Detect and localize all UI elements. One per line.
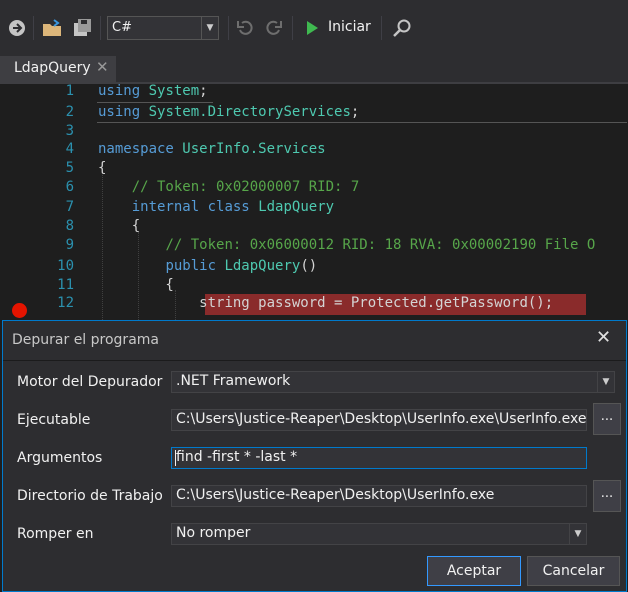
arguments-label: Argumentos	[17, 450, 103, 466]
code-text: public LdapQuery()	[165, 258, 318, 274]
executable-label: Ejecutable	[17, 412, 91, 428]
line-number: 2	[65, 104, 74, 120]
break-at-select[interactable]: No romper ▼	[171, 523, 587, 545]
code-line[interactable]: 1 using System;	[0, 83, 628, 102]
open-folder-icon[interactable]	[42, 18, 64, 38]
line-number: 9	[65, 237, 74, 253]
line-number: 1	[65, 83, 74, 99]
toolbar: C# ▼ Iniciar	[0, 0, 628, 56]
line-number: 10	[57, 258, 74, 274]
code-line[interactable]: 7 internal class LdapQuery	[0, 199, 628, 218]
working-dir-value: C:\Users\Justice-Reaper\Desktop\UserInfo…	[176, 487, 495, 503]
play-icon[interactable]	[304, 20, 320, 36]
code-text: // Token: 0x02000007 RID: 7	[131, 179, 360, 195]
cancel-button[interactable]: Cancelar	[527, 556, 620, 586]
run-button-label[interactable]: Iniciar	[328, 19, 371, 35]
code-line[interactable]: 12 string password = Protected.getPasswo…	[0, 295, 628, 314]
code-text: {	[98, 218, 141, 234]
close-icon[interactable]: ✕	[96, 58, 109, 76]
code-text: namespace UserInfo.Services	[98, 141, 326, 157]
tab-label: LdapQuery	[14, 60, 91, 76]
code-text: using System;	[98, 83, 208, 99]
arguments-value: find -first * -last *	[176, 449, 298, 465]
divider	[3, 360, 626, 361]
line-number: 7	[65, 199, 74, 215]
code-text: internal class LdapQuery	[131, 199, 335, 215]
code-line[interactable]: 5{	[0, 160, 628, 179]
dialog-title: Depurar el programa	[12, 332, 159, 348]
chevron-down-icon[interactable]: ▼	[597, 372, 614, 392]
debug-program-dialog: Depurar el programa ✕ Motor del Depurado…	[2, 320, 627, 592]
break-at-value: No romper	[176, 525, 251, 541]
redo-icon[interactable]	[263, 18, 283, 38]
accept-button[interactable]: Aceptar	[427, 556, 521, 586]
arguments-field[interactable]: find -first * -last *	[171, 447, 587, 469]
working-dir-field[interactable]: C:\Users\Justice-Reaper\Desktop\UserInfo…	[171, 485, 587, 507]
code-line[interactable]: 2 using System.DirectoryServices;	[0, 104, 628, 123]
break-at-label: Romper en	[17, 526, 94, 542]
executable-field[interactable]: C:\Users\Justice-Reaper\Desktop\UserInfo…	[171, 409, 587, 431]
line-number: 5	[65, 160, 74, 176]
code-text: {	[98, 160, 107, 176]
code-line[interactable]: 10 public LdapQuery()	[0, 258, 628, 277]
code-text: {	[98, 277, 174, 293]
code-line[interactable]: 9 // Token: 0x06000012 RID: 18 RVA: 0x00…	[0, 237, 628, 256]
save-all-icon[interactable]	[72, 18, 94, 38]
navigate-forward-icon[interactable]	[8, 19, 26, 37]
language-select[interactable]: C# ▼	[107, 16, 219, 40]
line-underline	[97, 102, 213, 103]
browse-working-dir-button[interactable]: ...	[593, 480, 621, 512]
code-text: using System.DirectoryServices;	[98, 104, 360, 120]
line-number: 3	[65, 123, 74, 139]
chevron-down-icon[interactable]: ▼	[569, 524, 586, 544]
language-value: C#	[112, 20, 132, 35]
line-number: 11	[57, 277, 74, 293]
undo-icon[interactable]	[236, 18, 256, 38]
code-line[interactable]: 11 {	[0, 277, 628, 296]
code-text: string password = Protected.getPassword(…	[199, 295, 554, 311]
executable-value: C:\Users\Justice-Reaper\Desktop\UserInfo…	[176, 411, 587, 427]
tab-ldapquery[interactable]: LdapQuery ✕	[0, 56, 116, 82]
browse-executable-button[interactable]: ...	[593, 403, 621, 435]
line-number: 8	[65, 218, 74, 234]
line-number: 12	[57, 295, 74, 311]
search-icon[interactable]	[392, 18, 412, 38]
code-line[interactable]: 3	[0, 123, 628, 142]
code-line[interactable]: 8 {	[0, 218, 628, 237]
engine-value: .NET Framework	[176, 373, 291, 389]
code-line[interactable]: 6 // Token: 0x02000007 RID: 7	[0, 179, 628, 198]
engine-label: Motor del Depurador	[17, 374, 163, 390]
code-line[interactable]: 4 namespace UserInfo.Services	[0, 141, 628, 160]
code-text: // Token: 0x06000012 RID: 18 RVA: 0x0000…	[165, 237, 596, 253]
close-icon[interactable]: ✕	[596, 327, 611, 348]
chevron-down-icon[interactable]: ▼	[201, 17, 218, 39]
line-number: 6	[65, 179, 74, 195]
document-tab-strip: LdapQuery ✕	[0, 56, 628, 82]
engine-select[interactable]: .NET Framework ▼	[171, 371, 615, 393]
working-dir-label: Directorio de Trabajo	[17, 488, 163, 504]
line-number: 4	[65, 141, 74, 157]
